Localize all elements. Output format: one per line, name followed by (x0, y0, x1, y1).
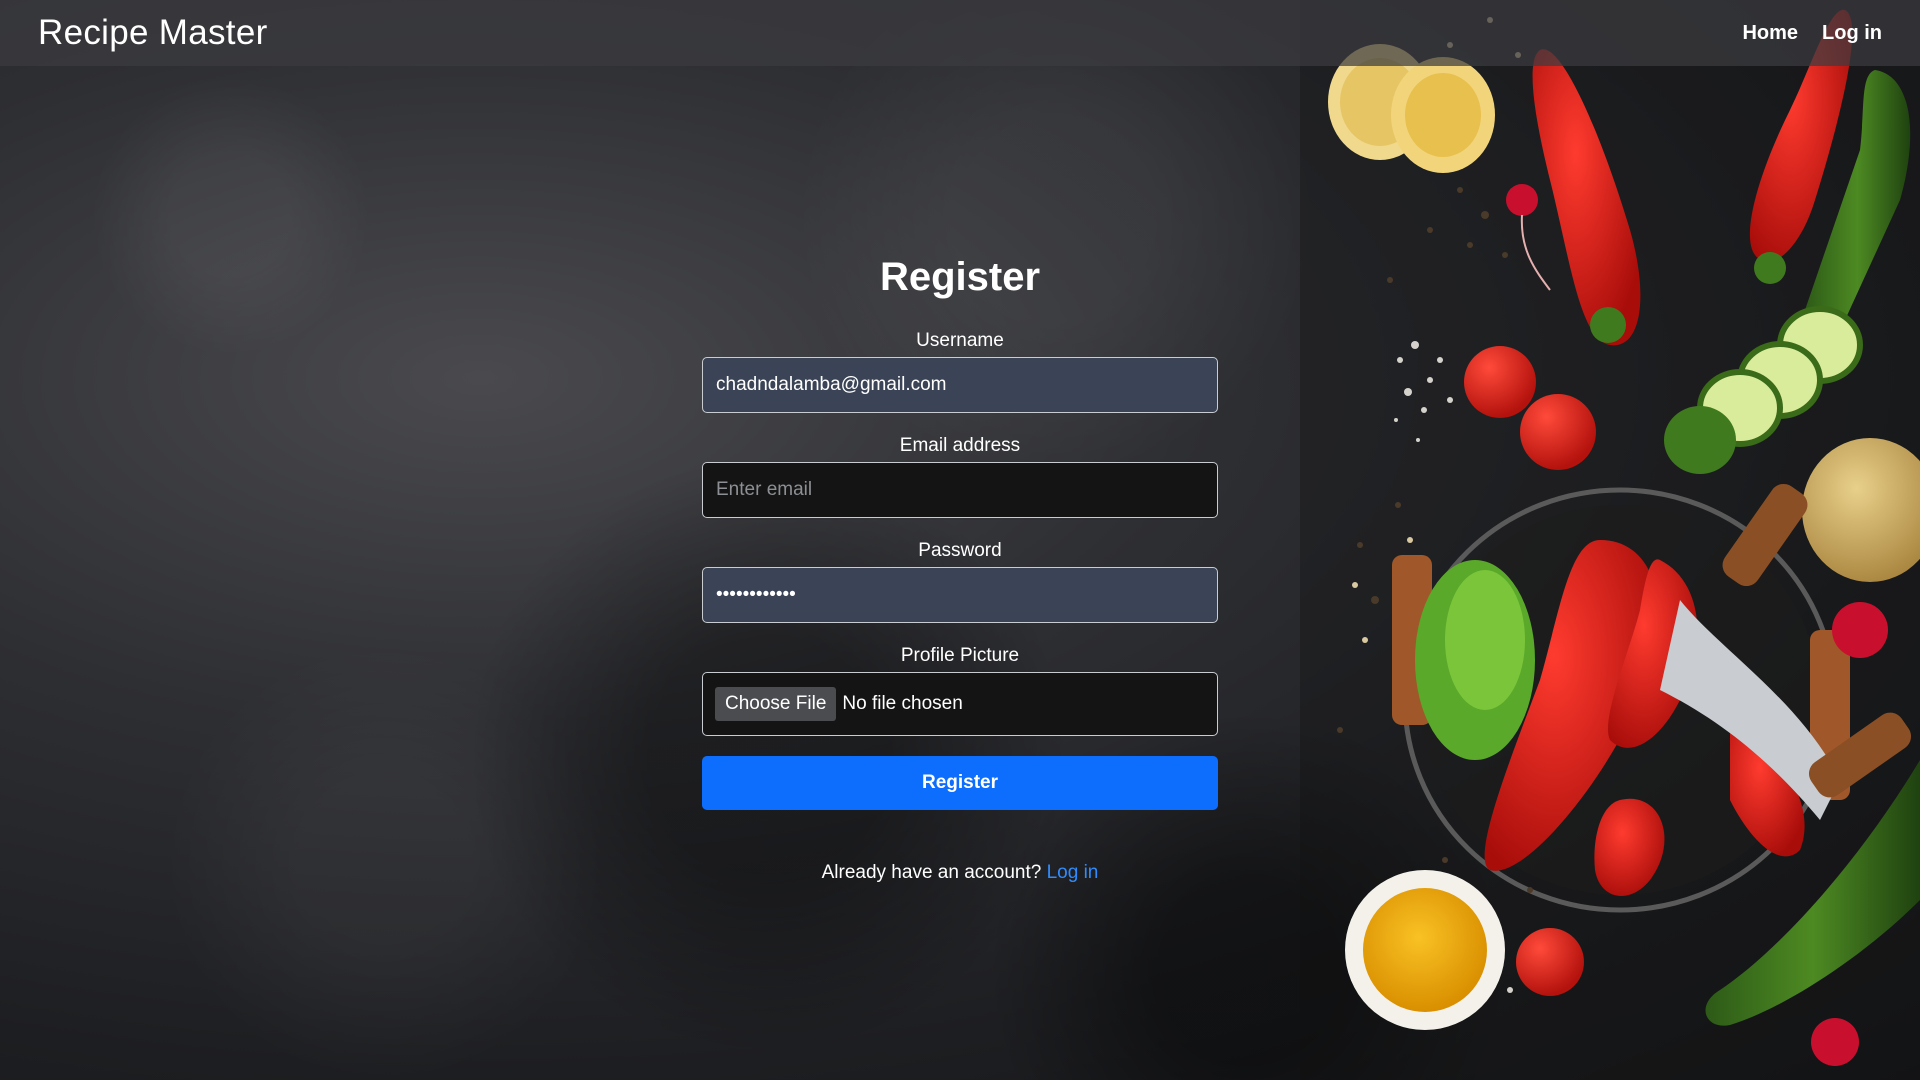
profile-picture-label: Profile Picture (900, 645, 1020, 666)
password-input[interactable] (702, 567, 1218, 623)
register-form: Register Username Email address Password… (702, 255, 1218, 884)
login-link[interactable]: Log in (1047, 862, 1099, 883)
navbar: Recipe Master Home Log in (0, 0, 1920, 66)
password-field-group: Password (702, 540, 1218, 623)
username-input[interactable] (702, 357, 1218, 413)
nav-home-link[interactable]: Home (1742, 22, 1798, 45)
choose-file-button[interactable]: Choose File (715, 687, 837, 721)
email-field-group: Email address (702, 435, 1218, 518)
login-prompt-text: Already have an account? (821, 862, 1042, 883)
email-input[interactable] (702, 462, 1218, 518)
vegetables-image (1300, 0, 1920, 1080)
login-prompt: Already have an account? Log in (702, 862, 1218, 884)
file-status-text: No file chosen (842, 693, 963, 714)
register-button[interactable]: Register (702, 756, 1218, 810)
password-label: Password (918, 540, 1002, 561)
profile-picture-field-group: Profile Picture Choose File No file chos… (702, 645, 1218, 736)
username-label: Username (916, 330, 1004, 351)
brand-link[interactable]: Recipe Master (38, 13, 268, 53)
username-field-group: Username (702, 330, 1218, 413)
file-input[interactable]: Choose File No file chosen (702, 672, 1218, 736)
page-title: Register (879, 255, 1041, 299)
nav-login-link[interactable]: Log in (1822, 22, 1882, 45)
email-label: Email address (899, 435, 1021, 456)
nav-links: Home Log in (1742, 22, 1882, 45)
